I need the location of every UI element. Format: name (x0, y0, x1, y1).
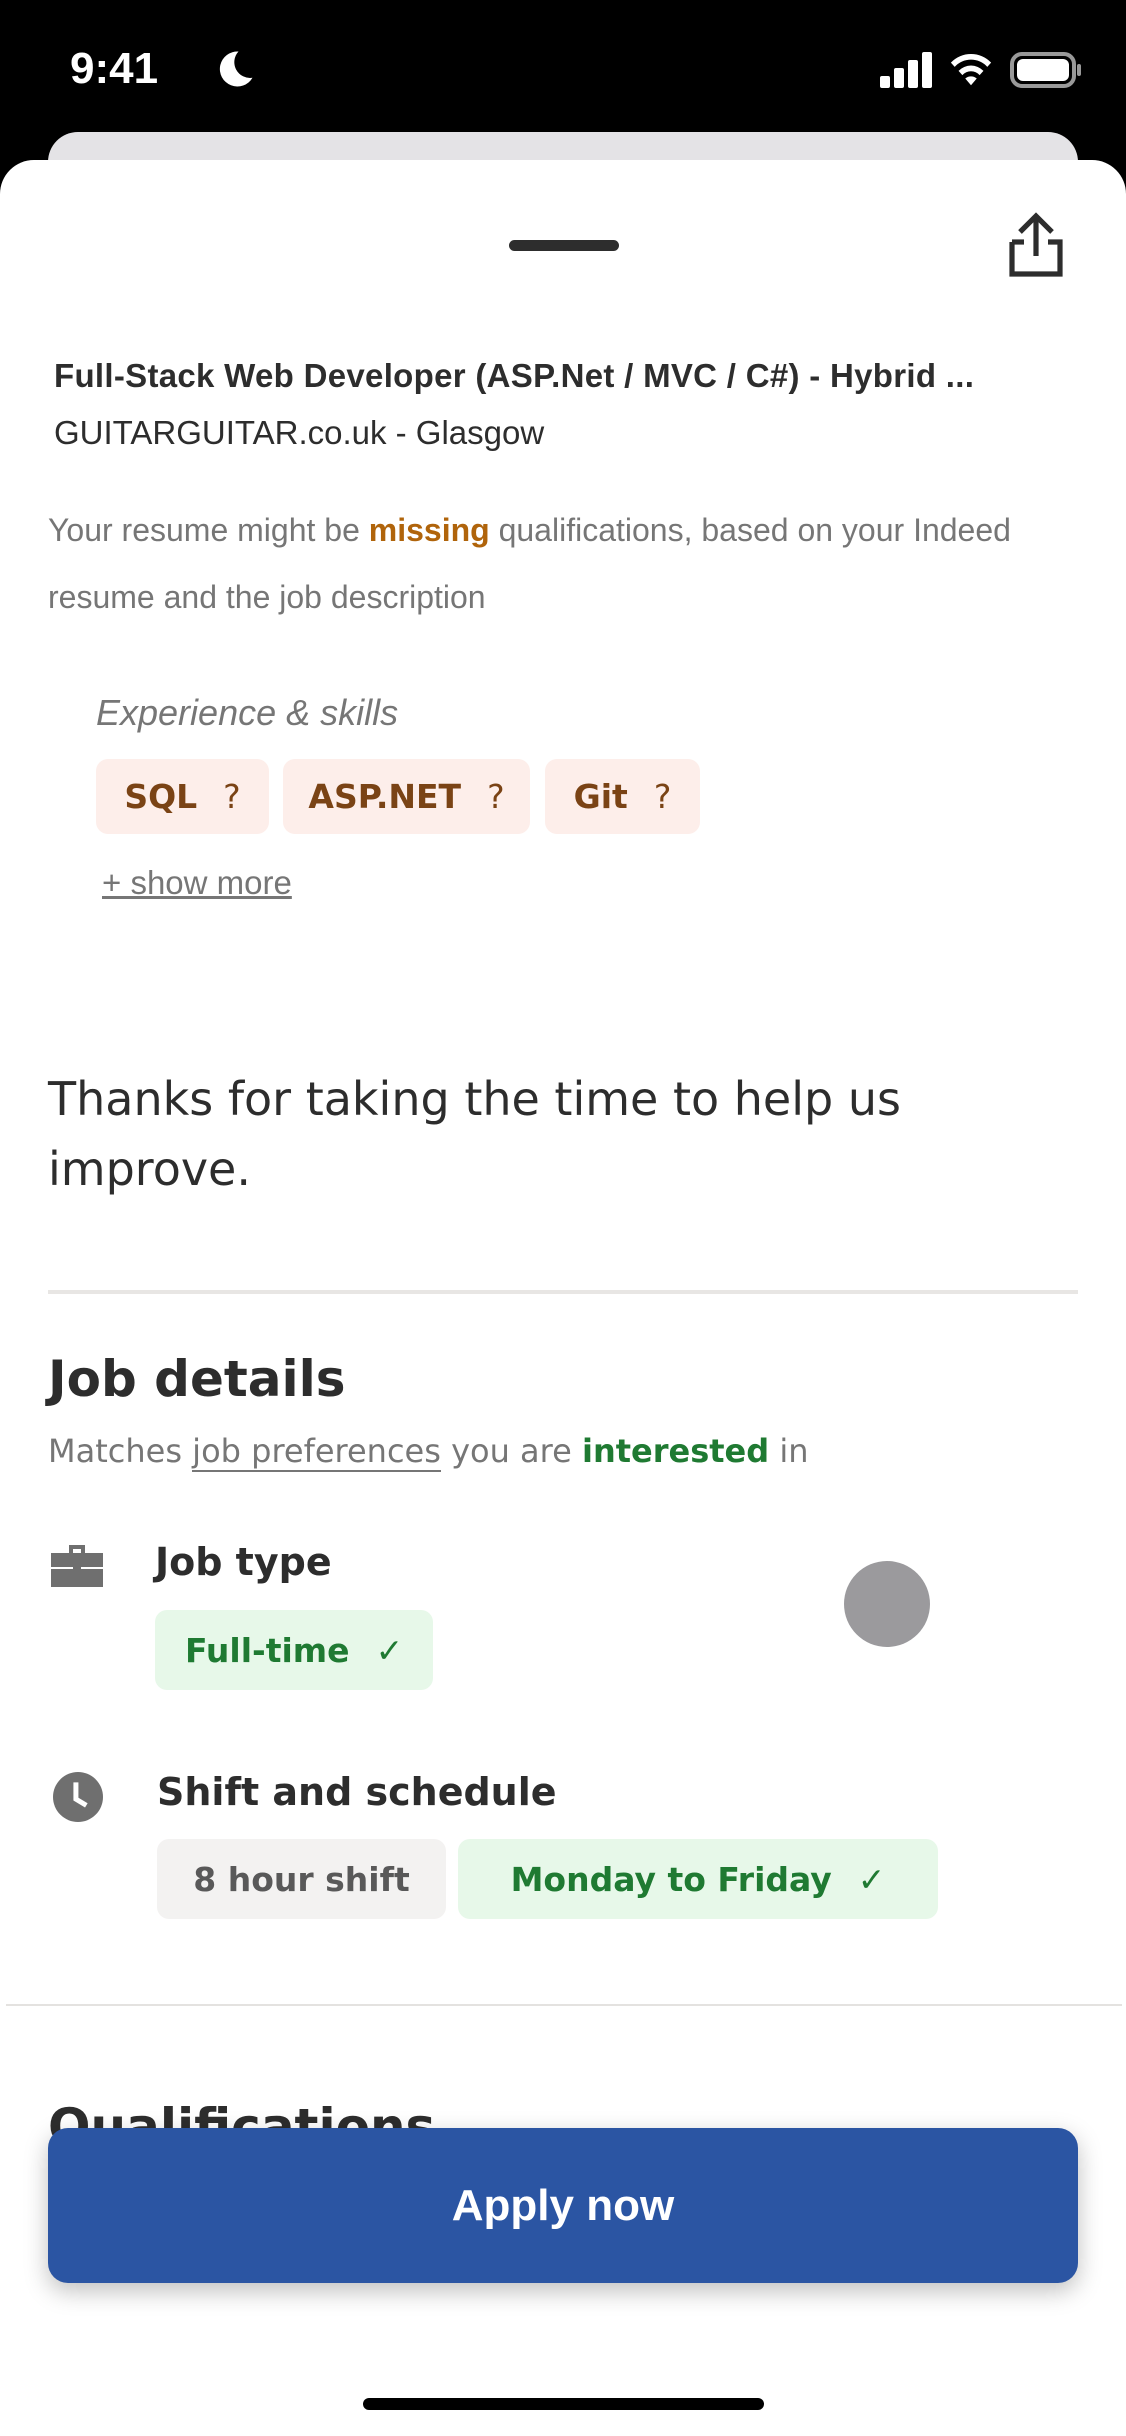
share-icon[interactable] (1008, 212, 1064, 278)
job-details-heading: Job details (48, 1350, 346, 1408)
notice-prefix: Your resume might be (48, 512, 369, 548)
skill-label: ASP.NET (308, 777, 462, 816)
clock-icon (53, 1772, 103, 1822)
touch-indicator (844, 1561, 930, 1647)
skills-heading: Experience & skills (96, 692, 399, 733)
matches-highlight: interested (581, 1432, 770, 1470)
moon-icon (219, 51, 253, 87)
job-title: Full-Stack Web Developer (ASP.Net / MVC … (54, 357, 975, 394)
question-icon: ? (653, 777, 672, 816)
matches-mid: you are (440, 1432, 582, 1470)
question-icon: ? (487, 777, 505, 816)
chip-label: 8 hour shift (193, 1859, 410, 1899)
job-preferences-link[interactable]: job preferences (192, 1432, 441, 1472)
chip-label: Full-time (185, 1630, 350, 1670)
chip-label: Monday to Friday (510, 1859, 832, 1899)
notice-highlight: missing (368, 512, 490, 548)
skill-label: Git (573, 777, 628, 816)
check-icon: ✓ (375, 1630, 404, 1670)
matches-suffix: in (769, 1432, 809, 1470)
question-icon: ? (223, 777, 241, 816)
skill-chip-git[interactable]: Git? (545, 759, 700, 834)
show-more-link[interactable]: + show more (102, 864, 292, 902)
chip-monday-to-friday[interactable]: Monday to Friday ✓ (458, 1839, 938, 1919)
chip-8-hour-shift[interactable]: 8 hour shift (157, 1839, 446, 1919)
job-type-label: Job type (155, 1540, 332, 1584)
drag-handle[interactable] (509, 240, 619, 251)
wifi-icon (950, 54, 992, 86)
home-indicator[interactable] (363, 2398, 764, 2410)
battery-icon (1010, 52, 1081, 88)
apply-now-button[interactable]: Apply now (48, 2128, 1078, 2283)
check-icon: ✓ (857, 1859, 886, 1899)
divider (6, 2004, 1122, 2006)
skill-chip-sql[interactable]: SQL? (96, 759, 269, 834)
shift-label: Shift and schedule (157, 1770, 557, 1814)
chip-full-time[interactable]: Full-time ✓ (155, 1610, 434, 1690)
divider (48, 1290, 1078, 1294)
skill-label: SQL (124, 777, 198, 816)
company-location: GUITARGUITAR.co.uk - Glasgow (54, 414, 545, 451)
status-time: 9:41 (70, 44, 158, 94)
briefcase-icon (51, 1545, 103, 1587)
qualification-notice: Your resume might be missing qualificati… (48, 497, 1088, 631)
feedback-thanks: Thanks for taking the time to help us im… (48, 1072, 901, 1196)
time-text: 9:41 (70, 44, 159, 93)
matches-prefix: Matches (48, 1432, 193, 1470)
matches-text: Matches job preferences you are interest… (48, 1432, 809, 1472)
signal-icon (880, 52, 932, 88)
skill-chip-aspnet[interactable]: ASP.NET? (283, 759, 530, 834)
